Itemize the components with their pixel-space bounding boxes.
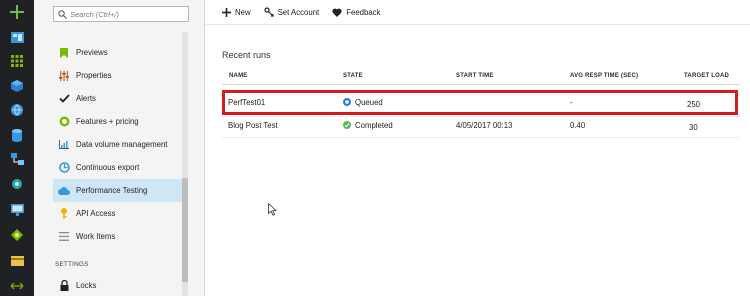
menu-item-label: Properties: [76, 71, 112, 80]
plus-icon: [222, 7, 231, 17]
column-header-state[interactable]: STATE: [343, 73, 363, 79]
app-service-icon[interactable]: [7, 175, 27, 193]
feedback-button[interactable]: Feedback: [332, 8, 380, 17]
checkmark-icon: [58, 93, 70, 105]
run-target-load: 30: [689, 122, 698, 132]
completed-status-icon: [343, 121, 351, 129]
run-start-time: 4/05/2017 00:13: [456, 120, 513, 130]
recent-runs-title: Recent runs: [222, 50, 271, 60]
list-icon: [58, 231, 70, 243]
menu-item-label: Performance Testing: [76, 186, 148, 195]
database-icon[interactable]: [7, 126, 27, 144]
left-nav-rail: [0, 0, 34, 296]
search-placeholder: Search (Ctrl+/): [70, 9, 119, 19]
toolbar-divider: [205, 24, 750, 25]
column-header-name[interactable]: NAME: [229, 73, 247, 79]
menu-item-label: API Access: [76, 209, 116, 218]
run-state: Completed: [343, 119, 393, 131]
column-header-start-time[interactable]: START TIME: [456, 73, 494, 79]
new-button[interactable]: New: [222, 7, 251, 17]
command-bar: New Set Account Feedback: [222, 4, 393, 20]
properties-icon: [58, 70, 70, 82]
monitor-icon[interactable]: [7, 201, 27, 219]
menu-item-continuous-export[interactable]: Continuous export: [53, 156, 181, 179]
cloud-icon: [58, 185, 70, 197]
menu-item-label: Continuous export: [76, 163, 140, 172]
column-header-avg-resp-time[interactable]: AVG RESP TIME (SEC): [570, 73, 638, 79]
feedback-label: Feedback: [346, 7, 381, 17]
settings-icon: [264, 7, 274, 17]
run-avg-resp-time: 0.40: [570, 120, 586, 130]
plus-icon[interactable]: [7, 3, 27, 21]
lock-icon: [58, 280, 70, 292]
menu-item-label: Features + pricing: [76, 117, 139, 126]
table-header-divider: [222, 84, 740, 85]
run-state-label: Completed: [355, 120, 393, 130]
menu-item-label: Work Items: [76, 232, 116, 241]
menu-item-locks[interactable]: Locks: [53, 274, 181, 296]
heart-icon: [332, 8, 342, 17]
network-icon[interactable]: [7, 150, 27, 168]
grid-icon[interactable]: [7, 52, 27, 70]
menu-item-properties[interactable]: Properties: [53, 64, 181, 87]
dashboard-icon[interactable]: [7, 28, 27, 46]
menu-item-label: Data volume management: [76, 140, 168, 149]
row-divider: [222, 137, 740, 138]
cube-icon[interactable]: [7, 77, 27, 95]
arrows-icon[interactable]: [7, 277, 27, 295]
column-header-target-load[interactable]: TARGET LOAD: [684, 73, 729, 79]
menu-item-features-pricing[interactable]: Features + pricing: [53, 110, 181, 133]
menu-item-label: Locks: [76, 281, 97, 290]
search-input[interactable]: Search (Ctrl+/): [53, 6, 189, 22]
menu-item-label: Previews: [76, 48, 108, 57]
row-divider: [222, 116, 740, 117]
set-account-label: Set Account: [277, 7, 320, 17]
previews-icon: [58, 47, 70, 59]
export-icon: [58, 162, 70, 174]
mouse-cursor-icon: [268, 202, 278, 218]
menu-item-data-volume[interactable]: Data volume management: [53, 133, 181, 156]
resource-menu: Search (Ctrl+/) Previews Properties Aler…: [34, 0, 205, 296]
search-icon: [58, 9, 67, 19]
card-icon[interactable]: [7, 252, 27, 270]
menu-item-previews[interactable]: Previews: [53, 41, 181, 64]
menu-item-performance-testing[interactable]: Performance Testing: [53, 179, 183, 202]
new-button-label: New: [235, 7, 251, 17]
pricing-icon: [58, 116, 70, 128]
highlight-box: [222, 90, 738, 115]
set-account-button[interactable]: Set Account: [264, 7, 320, 17]
menu-item-work-items[interactable]: Work Items: [53, 225, 181, 248]
run-name[interactable]: Blog Post Test: [228, 119, 278, 131]
puzzle-icon[interactable]: [7, 226, 27, 244]
chart-icon: [58, 139, 70, 151]
menu-item-alerts[interactable]: Alerts: [53, 87, 181, 110]
menu-scrollbar-thumb[interactable]: [182, 178, 188, 282]
globe-icon[interactable]: [7, 101, 27, 119]
key-icon: [58, 208, 70, 220]
settings-section-label: SETTINGS: [55, 261, 89, 268]
menu-item-api-access[interactable]: API Access: [53, 202, 181, 225]
menu-item-label: Alerts: [76, 94, 96, 103]
